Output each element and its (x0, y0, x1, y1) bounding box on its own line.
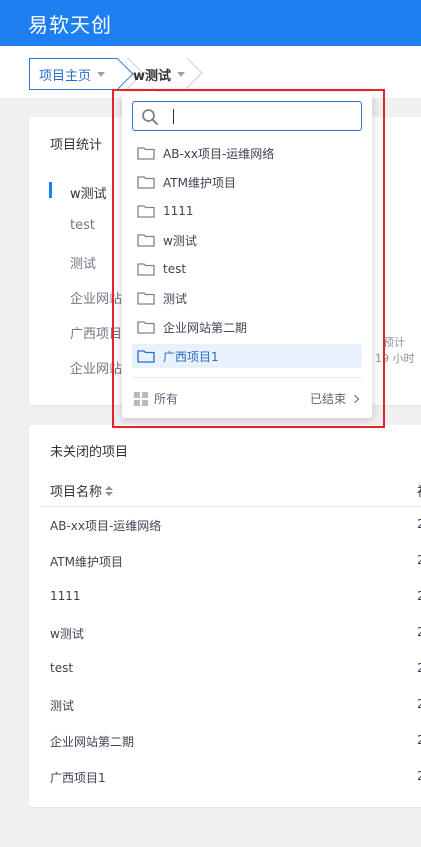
row-col2: 2 (417, 769, 421, 783)
folder-icon (137, 263, 155, 276)
dropdown-divider (132, 377, 362, 378)
chevron-down-icon (97, 72, 106, 77)
table-row[interactable]: test 2 (40, 651, 421, 687)
breadcrumb-current-project[interactable]: w测试 (124, 58, 190, 90)
all-projects-label: 所有 (154, 392, 179, 406)
folder-icon (137, 176, 155, 189)
open-projects-title: 未关闭的项目 (50, 445, 129, 460)
dropdown-project-item[interactable]: 测试 (132, 286, 362, 310)
dropdown-project-item-selected[interactable]: 广西项目1 (132, 344, 362, 368)
row-col2: 2 (417, 661, 421, 675)
stats-project-item[interactable]: w测试 (70, 183, 107, 202)
dropdown-project-item[interactable]: test (132, 257, 362, 281)
chevron-down-icon (177, 72, 186, 77)
stats-project-item[interactable]: 广西项目 (70, 323, 122, 342)
row-project-name[interactable]: ATM维护项目 (50, 553, 123, 570)
dropdown-project-label: test (163, 262, 187, 276)
dropdown-project-label: 1111 (163, 204, 194, 218)
app-title: 易软天创 (28, 13, 112, 37)
breadcrumb-home[interactable]: 项目主页 (29, 58, 118, 90)
dropdown-project-item[interactable]: w测试 (132, 228, 362, 252)
row-project-name[interactable]: 广西项目1 (50, 769, 106, 786)
breadcrumb-current-label: w测试 (133, 68, 172, 84)
folder-icon (137, 147, 155, 160)
dropdown-project-label: 企业网站第二期 (163, 320, 248, 335)
row-project-name[interactable]: AB-xx项目-运维网络 (50, 517, 161, 534)
table-row[interactable]: 广西项目1 2 (40, 759, 421, 795)
column-header-2: 视 (417, 481, 421, 500)
project-switcher-dropdown: AB-xx项目-运维网络 ATM维护项目 1111 w测试 test 测试 企业… (122, 92, 372, 418)
dropdown-project-item[interactable]: 1111 (132, 199, 362, 223)
row-col2: 2 (417, 589, 421, 603)
dropdown-project-item[interactable]: 企业网站第二期 (132, 315, 362, 339)
all-projects-link[interactable]: 所有 (134, 390, 178, 407)
breadcrumb: 项目主页 w测试 (0, 46, 421, 98)
folder-icon (137, 350, 155, 363)
folder-icon (137, 205, 155, 218)
stats-project-item[interactable]: test (70, 218, 95, 233)
row-col2: 2 (417, 553, 421, 567)
estimate-value: 19 小时 (375, 352, 415, 365)
stats-project-item[interactable]: 测试 (70, 253, 96, 272)
grid-icon (134, 391, 148, 406)
table-row[interactable]: ATM维护项目 2 (40, 543, 421, 579)
chevron-right-icon (350, 394, 360, 403)
table-row[interactable]: AB-xx项目-运维网络 2 (40, 507, 421, 543)
dropdown-project-item[interactable]: AB-xx项目-运维网络 (132, 141, 362, 165)
row-project-name[interactable]: 1111 (50, 589, 81, 603)
table-row[interactable]: 1111 2 (40, 579, 421, 615)
project-search-input[interactable] (163, 106, 353, 126)
row-col2: 2 (417, 733, 421, 747)
stats-project-item[interactable]: 企业网站 (70, 288, 122, 307)
ended-projects-label: 已结束 (309, 392, 346, 406)
row-col2: 2 (417, 625, 421, 639)
row-project-name[interactable]: 企业网站第二期 (50, 733, 134, 750)
row-project-name[interactable]: w测试 (50, 625, 84, 642)
row-col2: 2 (417, 697, 421, 711)
table-row[interactable]: 企业网站第二期 2 (40, 723, 421, 759)
table-header: 项目名称 视 (40, 467, 421, 507)
dropdown-project-label: 测试 (163, 291, 188, 306)
dropdown-project-label: ATM维护项目 (163, 175, 236, 190)
search-icon (142, 109, 158, 125)
breadcrumb-home-label: 项目主页 (39, 68, 92, 84)
folder-icon (137, 292, 155, 305)
text-cursor (173, 109, 174, 124)
estimate-label: 预计 (383, 336, 405, 349)
app-header: 易软天创 (0, 0, 421, 46)
project-search-box[interactable] (132, 101, 362, 131)
stats-project-item[interactable]: 企业网站 (70, 358, 122, 377)
dropdown-project-label: 广西项目1 (163, 349, 219, 364)
ended-projects-link[interactable]: 已结束 (309, 390, 360, 407)
folder-icon (137, 234, 155, 247)
row-project-name[interactable]: test (50, 661, 73, 675)
sort-icon[interactable] (105, 485, 114, 496)
folder-icon (137, 321, 155, 334)
table-row[interactable]: 测试 2 (40, 687, 421, 723)
column-header-project-name[interactable]: 项目名称 (50, 481, 114, 500)
dropdown-project-item[interactable]: ATM维护项目 (132, 170, 362, 194)
column-header-label: 项目名称 (50, 485, 103, 500)
dropdown-project-label: AB-xx项目-运维网络 (163, 146, 275, 161)
active-indicator (49, 182, 52, 198)
project-stats-title: 项目统计 (50, 138, 103, 153)
row-project-name[interactable]: 测试 (50, 697, 74, 714)
row-col2: 2 (417, 517, 421, 531)
dropdown-project-label: w测试 (163, 233, 197, 248)
table-row[interactable]: w测试 2 (40, 615, 421, 651)
